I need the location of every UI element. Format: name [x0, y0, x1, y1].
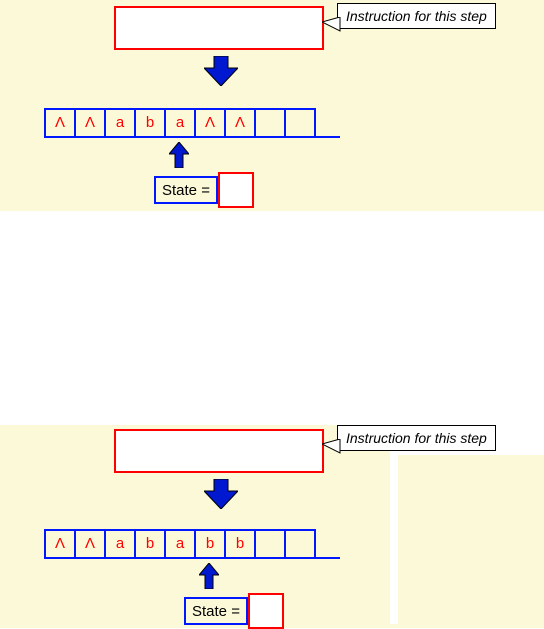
tape-cell [284, 529, 316, 559]
tape-cell: Λ [44, 108, 74, 138]
callout-label: Instruction for this step [346, 8, 487, 24]
state-label-box: State = [184, 597, 248, 625]
tape-cell: b [224, 529, 254, 559]
callout-step-1: Instruction for this step [337, 3, 496, 29]
tape-right-line [316, 136, 340, 138]
tape-cell: a [104, 108, 134, 138]
tape-cell: a [104, 529, 134, 559]
tape-cell: Λ [74, 108, 104, 138]
tape-cell: b [194, 529, 224, 559]
state-label: State = [192, 603, 240, 620]
tape-cell: a [164, 529, 194, 559]
tape-cell: a [164, 108, 194, 138]
tape-step-1: Λ Λ a b a Λ Λ [44, 108, 316, 138]
state-label: State = [162, 182, 210, 199]
tape-step-3: Λ Λ a b a b b [44, 529, 316, 559]
tape-cell: b [134, 529, 164, 559]
tape-cell: Λ [194, 108, 224, 138]
down-arrow-step-1 [204, 56, 238, 86]
tape-cell: Λ [44, 529, 74, 559]
callout-label: Instruction for this step [346, 430, 487, 446]
down-arrow-step-3 [204, 479, 238, 509]
callout-step-3: Instruction for this step [337, 425, 496, 451]
state-label-box: State = [154, 176, 218, 204]
state-group-step-1: State = [154, 172, 254, 208]
tape-cell [254, 529, 284, 559]
tape-cell: b [134, 108, 164, 138]
head-arrow-step-3 [199, 563, 219, 589]
tape-cell [284, 108, 316, 138]
tape-cell: Λ [74, 529, 104, 559]
state-value-box [218, 172, 254, 208]
tape-cell [254, 108, 284, 138]
tape-right-line [316, 557, 340, 559]
callout-tail-step-1 [322, 17, 342, 35]
instruction-box-step-1 [114, 6, 324, 50]
callout-tail-step-3 [322, 439, 342, 457]
instruction-box-step-3 [114, 429, 324, 473]
head-arrow-step-1 [169, 142, 189, 168]
tape-cell: Λ [224, 108, 254, 138]
